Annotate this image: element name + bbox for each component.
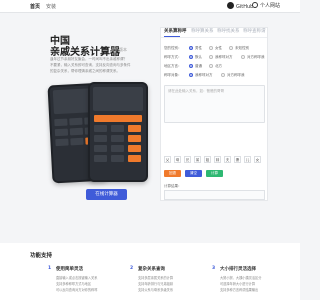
call-mode-reverse-label: 对方称呼我 [247,55,265,59]
key-wife-button[interactable]: 妻 [234,156,241,163]
online-calculator-button[interactable]: 在线计算器 [86,189,127,200]
phone-key [111,155,124,162]
target-forward-label: 我称呼对方 [195,73,213,77]
call-mode-default-label: 默认 [195,55,202,59]
feature-number: 3 [212,266,216,271]
relation-input-placeholder: 请在此处输入关系，如：爸爸的哥哥 [168,89,224,93]
feature-line: 支持多种方言称谓结果输出 [220,288,259,292]
features-section: 功能支持 1 使用简单灵活 直接输入或点击按键输入关系 支持多种称呼方式与地区 … [0,243,300,300]
call-mode-default-radio[interactable] [189,55,193,59]
tab-relation-to-title[interactable]: 关系算称呼 [164,28,187,34]
phone-mockup-front [88,82,148,182]
personal-site-link[interactable]: 个人网站 [252,2,280,9]
user-icon [252,2,258,8]
tab-title-to-relation[interactable]: 称呼算关系 [191,28,214,34]
calculator-panel: 关系算称呼 称呼算关系 称呼找关系 称呼查称谓 您的性别： 男性 女性 未知性别… [160,27,268,201]
dialect-standard-label: 普通 [195,64,202,68]
back-button[interactable]: 回退 [164,170,181,177]
call-mode-reverse-radio[interactable] [241,55,245,59]
gender-female-radio[interactable] [209,46,213,50]
top-navigation-bar: 首页 安装 GitHub 个人网站 [0,0,300,13]
feature-number: 1 [48,266,52,271]
phone-key-highlight [128,125,141,132]
phone-key [55,138,69,147]
dialect-north-radio[interactable] [209,64,213,68]
feature-line: 支持年龄排行与兄弟姐妹 [138,282,174,286]
tab-find-relation[interactable]: 称呼找关系 [217,28,240,34]
phone-key [111,135,124,142]
gender-female-label: 女性 [215,46,222,50]
feature-card: 3 大小排行灵活选择 大舅小舅、大姨小姨灵活区分 可选择年龄大小进行计算 支持多… [212,263,287,300]
gender-unknown-label: 未知性别 [235,46,249,50]
feature-line: 直接输入或点击按键输入关系 [56,276,98,280]
phone-key-highlight [94,115,142,122]
key-younger-brother-button[interactable]: 弟 [194,156,201,163]
phone-key [54,118,68,127]
phone-key [69,127,84,136]
key-son-button[interactable]: 儿 [244,156,251,163]
feature-line: 支持多种称呼方式与地区 [56,282,92,286]
target-forward-radio[interactable] [189,73,193,77]
key-elder-sister-button[interactable]: 姐 [204,156,211,163]
feature-line: 支持多层亲属关系的计算 [138,276,174,280]
key-daughter-button[interactable]: 女 [254,156,261,163]
phone-screen-display [93,87,143,111]
version-label: 最新版本 [111,47,127,52]
key-husband-button[interactable]: 夫 [224,156,231,163]
gender-label: 您的性别： [164,46,182,50]
phone-key-highlight [128,145,141,152]
features-title: 功能支持 [30,253,53,259]
gender-male-label: 男性 [195,46,202,50]
phone-key [94,145,107,152]
feature-line: 可选择年龄大小进行计算 [220,282,256,286]
clear-button[interactable]: 清空 [185,170,202,177]
phone-key [94,125,107,132]
dialect-standard-radio[interactable] [189,64,193,68]
tab-divider [161,37,267,38]
target-reverse-label: 对方称呼我 [227,73,245,77]
phone-key [94,135,107,142]
tab-title-lookup[interactable]: 称呼查称谓 [243,28,266,34]
call-mode-label: 称呼方式： [164,55,182,59]
feature-title: 大小排行灵活选择 [220,267,256,272]
key-elder-brother-button[interactable]: 兄 [184,156,191,163]
feature-line: 可以反向查询对方对你的称呼 [56,288,98,292]
feature-line: 大舅小舅、大姨小姨灵活区分 [220,276,262,280]
feature-card: 1 使用简单灵活 直接输入或点击按键输入关系 支持多种称呼方式与地区 可以反向查… [48,263,123,300]
relation-input[interactable]: 请在此处输入关系，如：爸爸的哥哥 [164,85,265,123]
feature-title: 使用简单灵活 [56,267,83,272]
phone-key [54,128,69,137]
gender-unknown-radio[interactable] [229,46,233,50]
phone-key [70,137,84,146]
github-icon [227,2,234,9]
install-link[interactable]: 安装 [46,3,56,10]
feature-title: 复杂关系查询 [138,267,165,272]
phone-key [111,125,124,132]
result-box [164,190,265,200]
dialect-north-label: 北方 [215,64,222,68]
result-label: 计算结果： [164,184,182,188]
target-reverse-radio[interactable] [221,73,225,77]
feature-number: 2 [130,266,134,271]
phone-key [111,145,124,152]
call-mode-forward-label: 我称呼对方 [215,55,233,59]
phone-key [69,117,83,126]
target-label: 称呼对象： [164,73,182,77]
feature-line: 支持父系与母系多级关系 [138,288,174,292]
phone-key-highlight [128,135,141,142]
calculate-button[interactable]: 计算 [206,170,223,177]
dialect-label: 地区方言： [164,64,182,68]
hero-description-line3: 的复杂关系，帮你理清亲戚之间的称谓关系。 [50,69,120,73]
phone-key-highlight [128,155,141,162]
key-mother-button[interactable]: 母 [174,156,181,163]
phone-key [94,155,107,162]
phone-screenshots [47,82,155,184]
key-younger-sister-button[interactable]: 妹 [214,156,221,163]
key-father-button[interactable]: 父 [164,156,171,163]
home-link[interactable]: 首页 [30,3,40,10]
call-mode-forward-radio[interactable] [209,55,213,59]
feature-card: 2 复杂关系查询 支持多层亲属关系的计算 支持年龄排行与兄弟姐妹 支持父系与母系… [130,263,205,300]
github-link[interactable]: GitHub [227,2,253,10]
gender-male-radio[interactable] [189,46,193,50]
